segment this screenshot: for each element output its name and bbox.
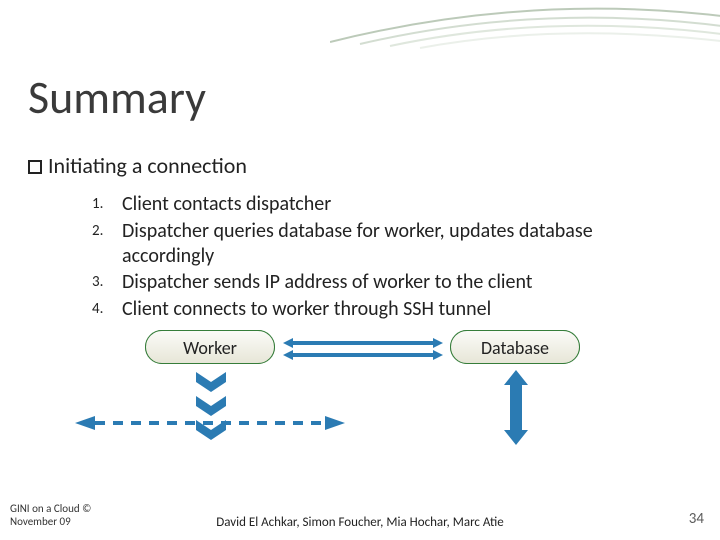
square-bullet-icon [28, 160, 42, 174]
arrows-client-dispatcher [283, 338, 443, 360]
dashed-arrow-worker [65, 416, 345, 435]
list-item: 3.Dispatcher sends IP address of worker … [92, 270, 668, 295]
decorative-arcs [330, 0, 720, 57]
subtitle: Initiating a connection [28, 152, 247, 179]
slide: Summary Initiating a connection 1.Client… [0, 0, 720, 540]
slide-title: Summary [28, 70, 206, 126]
step-list: 1.Client contacts dispatcher 2.Dispatche… [92, 192, 668, 324]
page-number: 34 [689, 510, 704, 528]
list-item: 4.Client connects to worker through SSH … [92, 297, 668, 322]
node-database: Database [450, 330, 580, 364]
list-item: 1.Client contacts dispatcher [92, 192, 668, 217]
node-worker: Worker [145, 330, 275, 364]
footer-authors: David El Achkar, Simon Foucher, Mia Hoch… [0, 515, 720, 530]
diagram: Client Dispatcher Worker Database [100, 330, 640, 500]
subtitle-text: Initiating a connection [48, 152, 247, 179]
arrows-dispatcher-database [504, 370, 528, 445]
list-item: 2.Dispatcher queries database for worker… [92, 219, 668, 269]
